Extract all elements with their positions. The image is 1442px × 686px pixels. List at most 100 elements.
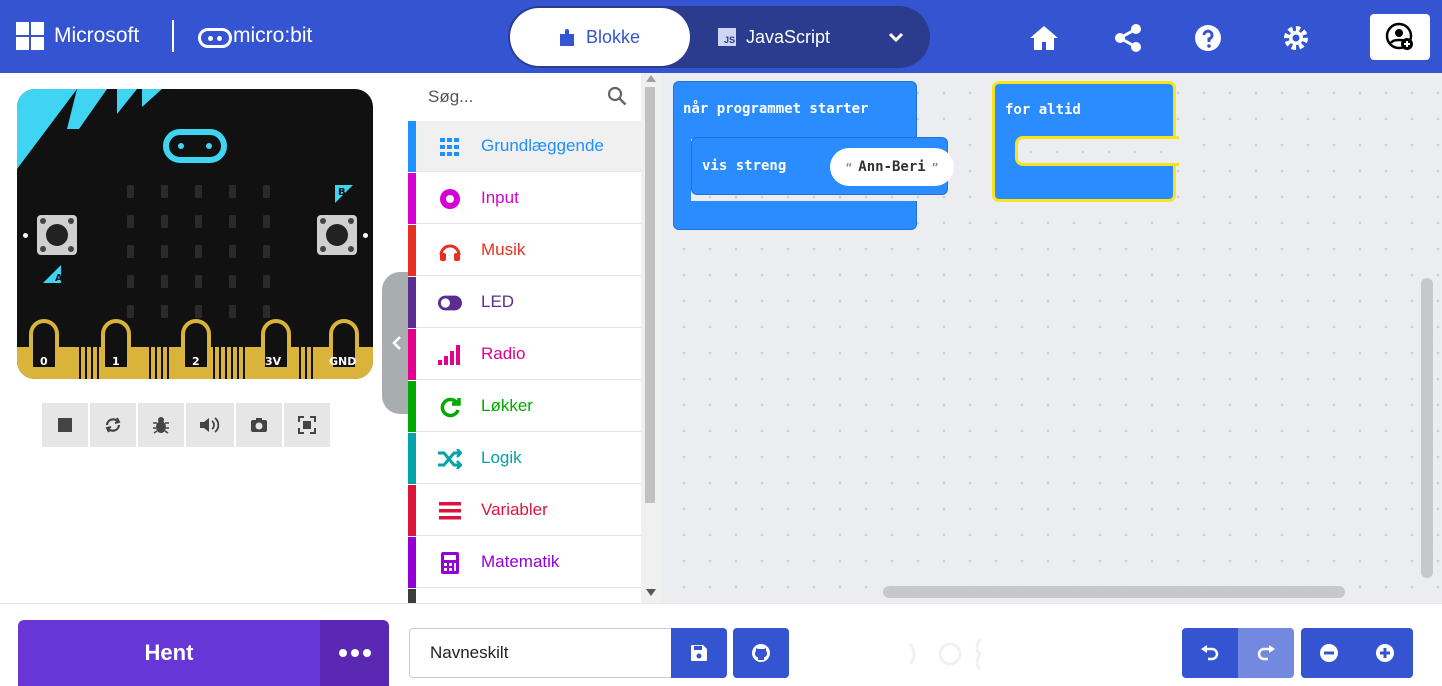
pin-3v-label: 3V <box>265 355 282 368</box>
puzzle-icon <box>559 29 574 46</box>
toolbox: Søg... Grundlæggende Input Musik LED Rad… <box>408 73 661 603</box>
bottom-toolbar: Hent <box>0 603 1442 686</box>
block-forever[interactable]: for altid <box>992 81 1179 202</box>
calculator-icon <box>438 551 462 575</box>
circle-icon <box>438 187 462 211</box>
share-icon <box>1115 24 1141 52</box>
loop-icon <box>438 395 462 419</box>
redo-button[interactable] <box>1238 628 1294 678</box>
button-b[interactable] <box>317 215 357 255</box>
microbit-logo-icon <box>198 28 232 48</box>
share-button[interactable] <box>1108 18 1148 58</box>
save-button[interactable] <box>671 628 727 678</box>
shuffle-icon <box>438 447 462 471</box>
download-button[interactable]: Hent <box>18 620 320 686</box>
stop-icon <box>58 418 72 432</box>
more-dots-icon <box>338 649 347 657</box>
debug-icon <box>153 417 169 434</box>
chevron-left-icon <box>392 336 401 350</box>
undo-button[interactable] <box>1182 628 1238 678</box>
quote-close-icon: ” <box>931 160 939 174</box>
language-dropdown-button[interactable] <box>876 20 916 54</box>
string-value-field[interactable]: “ Ann-Beri ” <box>830 148 954 186</box>
toolbox-scrollbar[interactable] <box>641 73 661 603</box>
block-forever-slot[interactable] <box>1015 136 1179 166</box>
category-label: Løkker <box>481 396 533 415</box>
js-icon: JS <box>718 28 736 46</box>
toolbox-category-logic[interactable]: Logik <box>408 433 641 484</box>
github-button[interactable] <box>733 628 789 678</box>
category-label: Radio <box>481 344 526 363</box>
button-b-label: B <box>335 185 353 203</box>
toolbox-category-math[interactable]: Matematik <box>408 537 641 588</box>
search-input[interactable]: Søg... <box>428 87 473 107</box>
settings-button[interactable] <box>1276 18 1316 58</box>
tab-javascript[interactable]: JS JavaScript <box>718 8 866 66</box>
simulator-panel: A B 0 1 2 3V GND <box>0 73 408 603</box>
button-a-label: A <box>43 265 61 283</box>
toolbox-category-radio[interactable]: Radio <box>408 329 641 380</box>
block-on-start-arm <box>673 137 691 203</box>
undo-icon <box>1201 645 1219 661</box>
pin-0-label: 0 <box>40 355 48 368</box>
toolbox-scroll-thumb[interactable] <box>645 87 655 503</box>
category-label: Logik <box>481 448 522 467</box>
toolbox-category-partial[interactable] <box>408 589 641 603</box>
block-show-string[interactable]: vis streng “ Ann-Beri ” <box>691 137 954 195</box>
category-label: LED <box>481 292 515 311</box>
zoom-out-button[interactable] <box>1301 628 1357 678</box>
toggle-icon <box>438 291 462 315</box>
tab-blocks-label: Blokke <box>585 26 641 47</box>
project-name-input[interactable] <box>409 628 671 678</box>
chevron-down-icon <box>888 32 904 42</box>
microbit-board[interactable]: A B 0 1 2 3V GND <box>17 89 373 379</box>
toolbox-category-basic[interactable]: Grundlæggende <box>408 121 641 172</box>
microsoft-brand: Microsoft <box>54 24 140 47</box>
zoom-out-icon <box>1320 644 1338 662</box>
restart-button[interactable] <box>90 403 136 447</box>
sound-button[interactable] <box>186 403 234 447</box>
brand-divider <box>172 20 174 52</box>
workspace-horizontal-scrollbar[interactable] <box>883 586 1345 598</box>
toolbox-category-variables[interactable]: Variabler <box>408 485 641 536</box>
user-menu-button[interactable] <box>1370 14 1430 60</box>
zoom-in-icon <box>1376 644 1394 662</box>
workspace-vertical-scrollbar[interactable] <box>1421 278 1433 578</box>
pin-gnd-label: GND <box>329 355 357 368</box>
category-label: Variabler <box>481 500 548 519</box>
block-forever-label: for altid <box>1005 102 1081 118</box>
makecode-editor: Microsoft micro:bit Blokke JS JavaScript <box>0 0 1442 686</box>
screenshot-icon <box>251 418 267 432</box>
button-a[interactable] <box>37 215 77 255</box>
help-button[interactable] <box>1188 18 1228 58</box>
toolbox-category-led[interactable]: LED <box>408 277 641 328</box>
home-button[interactable] <box>1024 18 1064 58</box>
zoom-in-button[interactable] <box>1357 628 1413 678</box>
simulator-toolbar <box>42 403 330 447</box>
stop-button[interactable] <box>42 403 88 447</box>
blocks-workspace[interactable]: når programmet starter vis streng “ Ann-… <box>661 73 1442 603</box>
background-decoration <box>908 638 982 671</box>
restart-icon <box>105 417 121 433</box>
download-button-label: Hent <box>144 640 194 665</box>
redo-icon <box>1257 645 1275 661</box>
microbit-brand[interactable]: micro:bit <box>233 24 312 48</box>
top-header: Microsoft micro:bit Blokke JS JavaScript <box>0 0 1442 73</box>
fullscreen-button[interactable] <box>284 403 330 447</box>
pin-1-label: 1 <box>112 355 120 368</box>
block-on-start[interactable]: når programmet starter vis streng “ Ann-… <box>673 81 954 230</box>
tab-javascript-label: JavaScript <box>746 26 831 47</box>
more-options-button[interactable] <box>320 620 389 686</box>
toolbox-search[interactable]: Søg... <box>408 73 641 121</box>
toolbox-category-music[interactable]: Musik <box>408 225 641 276</box>
toolbox-category-input[interactable]: Input <box>408 173 641 224</box>
toolbox-category-loops[interactable]: Løkker <box>408 381 641 432</box>
svg-text:A: A <box>55 273 61 283</box>
headphones-icon <box>438 239 462 263</box>
microbit-face-logo-icon <box>163 129 227 163</box>
debug-button[interactable] <box>138 403 184 447</box>
tab-blocks[interactable]: Blokke <box>510 8 690 66</box>
svg-text:B: B <box>338 187 346 198</box>
category-label: Matematik <box>481 552 560 571</box>
screenshot-button[interactable] <box>236 403 282 447</box>
